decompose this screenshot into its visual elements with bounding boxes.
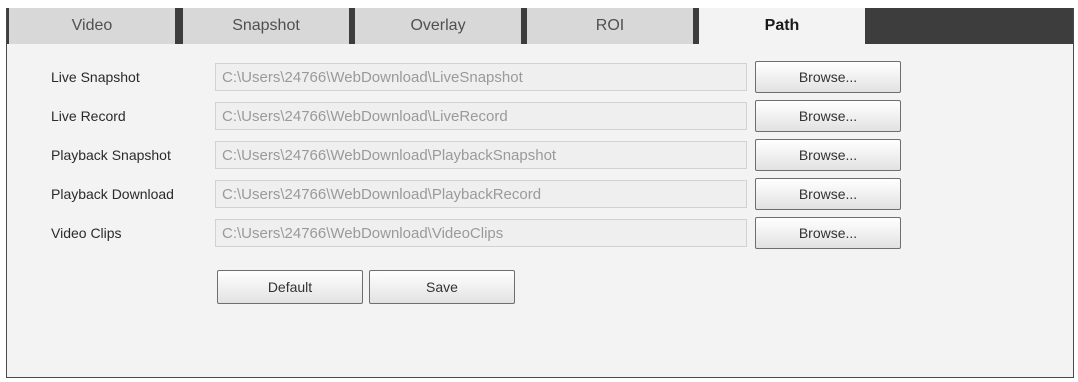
- playback-snapshot-label: Playback Snapshot: [51, 147, 171, 163]
- save-button[interactable]: Save: [369, 270, 515, 304]
- tab-roi[interactable]: ROI: [527, 8, 693, 44]
- tab-snapshot[interactable]: Snapshot: [183, 8, 349, 44]
- default-button[interactable]: Default: [217, 270, 363, 304]
- live-record-label: Live Record: [51, 108, 126, 124]
- live-snapshot-path-field[interactable]: [215, 63, 747, 91]
- video-clips-label: Video Clips: [51, 225, 122, 241]
- tab-bar: Video Snapshot Overlay ROI Path: [7, 8, 1073, 44]
- tab-path[interactable]: Path: [699, 8, 865, 44]
- playback-snapshot-path-field[interactable]: [215, 141, 747, 169]
- playback-snapshot-browse-button[interactable]: Browse...: [755, 139, 901, 171]
- playback-download-path-field[interactable]: [215, 180, 747, 208]
- playback-download-browse-button[interactable]: Browse...: [755, 178, 901, 210]
- live-record-browse-button[interactable]: Browse...: [755, 100, 901, 132]
- tab-video[interactable]: Video: [9, 8, 175, 44]
- live-snapshot-browse-button[interactable]: Browse...: [755, 61, 901, 93]
- video-clips-browse-button[interactable]: Browse...: [755, 217, 901, 249]
- live-record-path-field[interactable]: [215, 102, 747, 130]
- live-snapshot-label: Live Snapshot: [51, 69, 140, 85]
- tab-overlay[interactable]: Overlay: [355, 8, 521, 44]
- playback-download-label: Playback Download: [51, 186, 174, 202]
- video-clips-path-field[interactable]: [215, 219, 747, 247]
- settings-panel: Video Snapshot Overlay ROI Path Live Sna…: [6, 8, 1074, 378]
